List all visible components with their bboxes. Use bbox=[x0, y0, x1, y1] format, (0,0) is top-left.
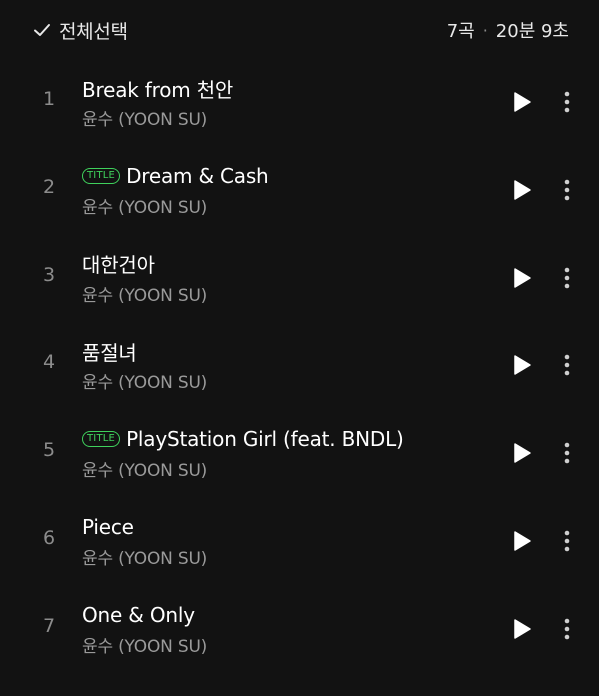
track-title: One & Only bbox=[82, 602, 195, 627]
track-number: 7 bbox=[42, 614, 56, 637]
track-row[interactable]: 5 TITLE PlayStation Girl (feat. BNDL) 윤수… bbox=[0, 409, 599, 497]
play-icon bbox=[514, 619, 531, 639]
track-row[interactable]: 6 Piece 윤수 (YOON SU) bbox=[0, 497, 599, 585]
more-options-button[interactable] bbox=[555, 527, 579, 555]
track-title: 품절녀 bbox=[82, 340, 137, 365]
play-icon bbox=[514, 531, 531, 551]
total-duration: 20분 9초 bbox=[495, 21, 569, 42]
play-button[interactable] bbox=[508, 264, 536, 292]
track-row[interactable]: 1 Break from 천안 윤수 (YOON SU) bbox=[0, 58, 599, 146]
more-options-button[interactable] bbox=[555, 615, 579, 643]
track-title: Dream & Cash bbox=[126, 163, 269, 188]
track-title: Piece bbox=[82, 514, 134, 539]
play-button[interactable] bbox=[508, 351, 536, 379]
track-number: 3 bbox=[42, 263, 56, 286]
play-button[interactable] bbox=[508, 439, 536, 467]
play-button[interactable] bbox=[508, 176, 536, 204]
track-info: 대한건아 윤수 (YOON SU) bbox=[82, 250, 489, 306]
track-artist: 윤수 (YOON SU) bbox=[82, 461, 208, 482]
more-options-button[interactable] bbox=[555, 351, 579, 379]
more-vertical-icon bbox=[564, 618, 570, 640]
more-options-button[interactable] bbox=[555, 176, 579, 204]
play-button[interactable] bbox=[508, 527, 536, 555]
track-number: 4 bbox=[42, 351, 56, 374]
album-summary: 7곡 · 20분 9초 bbox=[447, 16, 569, 44]
more-options-button[interactable] bbox=[555, 88, 579, 116]
more-vertical-icon bbox=[564, 91, 570, 113]
track-row[interactable]: 7 One & Only 윤수 (YOON SU) bbox=[0, 585, 599, 673]
select-all-button[interactable]: 전체선택 bbox=[33, 16, 128, 44]
track-number: 6 bbox=[42, 526, 56, 549]
track-artist: 윤수 (YOON SU) bbox=[82, 373, 208, 394]
track-info: TITLE PlayStation Girl (feat. BNDL) 윤수 (… bbox=[82, 425, 489, 481]
more-vertical-icon bbox=[564, 267, 570, 288]
select-all-label: 전체선택 bbox=[59, 20, 128, 43]
title-track-badge: TITLE bbox=[82, 431, 121, 448]
track-list: 1 Break from 천안 윤수 (YOON SU) 2 TITLE Dre… bbox=[0, 58, 599, 673]
play-icon bbox=[514, 92, 531, 112]
more-vertical-icon bbox=[564, 179, 570, 201]
play-icon bbox=[514, 443, 531, 463]
check-icon bbox=[33, 21, 51, 39]
track-number: 5 bbox=[42, 439, 56, 462]
more-vertical-icon bbox=[564, 530, 570, 552]
track-artist: 윤수 (YOON SU) bbox=[82, 197, 208, 218]
track-info: 품절녀 윤수 (YOON SU) bbox=[82, 337, 489, 394]
play-button[interactable] bbox=[508, 88, 536, 116]
summary-separator: · bbox=[482, 20, 488, 40]
track-title: 대한건아 bbox=[82, 253, 155, 278]
play-icon bbox=[514, 180, 531, 200]
track-artist: 윤수 (YOON SU) bbox=[82, 548, 208, 569]
track-row[interactable]: 2 TITLE Dream & Cash 윤수 (YOON SU) bbox=[0, 146, 599, 234]
track-info: Piece 윤수 (YOON SU) bbox=[82, 513, 489, 569]
more-options-button[interactable] bbox=[555, 439, 579, 467]
track-info: TITLE Dream & Cash 윤수 (YOON SU) bbox=[82, 162, 489, 218]
track-artist: 윤수 (YOON SU) bbox=[82, 285, 208, 306]
title-track-badge: TITLE bbox=[82, 167, 121, 184]
more-vertical-icon bbox=[564, 355, 570, 376]
track-info: One & Only 윤수 (YOON SU) bbox=[82, 601, 489, 657]
track-row[interactable]: 3 대한건아 윤수 (YOON SU) bbox=[0, 234, 599, 322]
track-title: PlayStation Girl (feat. BNDL) bbox=[126, 427, 404, 452]
track-count: 7곡 bbox=[446, 21, 475, 42]
track-artist: 윤수 (YOON SU) bbox=[82, 636, 208, 657]
track-number: 2 bbox=[42, 175, 56, 198]
track-row[interactable]: 4 품절녀 윤수 (YOON SU) bbox=[0, 321, 599, 409]
track-number: 1 bbox=[42, 88, 56, 110]
more-vertical-icon bbox=[564, 442, 570, 464]
more-options-button[interactable] bbox=[555, 264, 579, 292]
track-title: Break from 천안 bbox=[82, 77, 234, 102]
play-icon bbox=[514, 355, 531, 376]
track-info: Break from 천안 윤수 (YOON SU) bbox=[82, 74, 489, 131]
track-artist: 윤수 (YOON SU) bbox=[82, 110, 208, 130]
play-icon bbox=[514, 267, 531, 288]
play-button[interactable] bbox=[508, 615, 536, 643]
list-header: 전체선택 7곡 · 20분 9초 bbox=[0, 0, 599, 58]
